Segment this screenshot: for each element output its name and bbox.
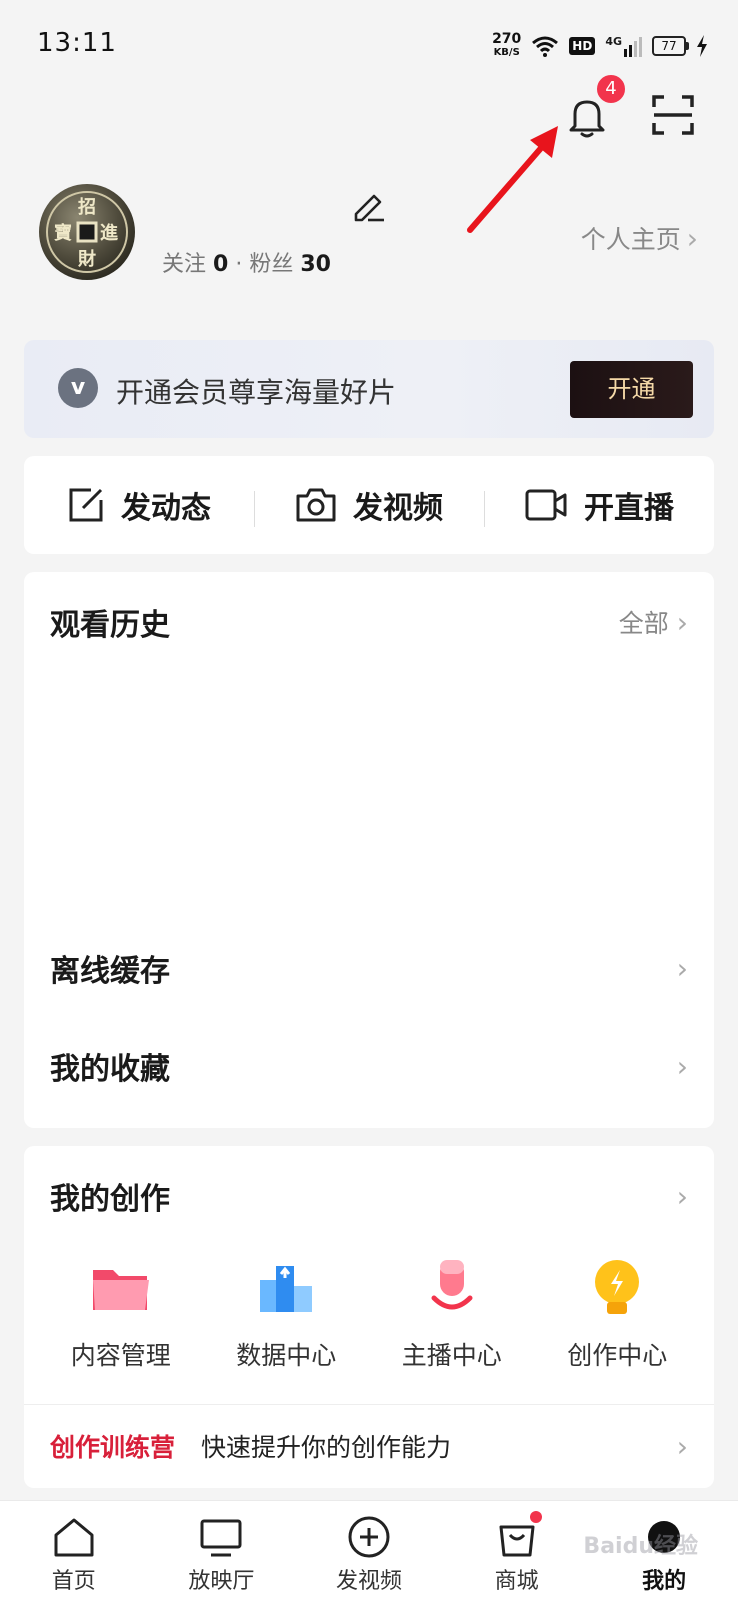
svg-text:財: 財 [78,248,96,270]
battery-icon: 77 [652,36,689,56]
go-live-button[interactable]: 开直播 [484,483,714,527]
anchor-center-button[interactable]: 主播中心 [369,1256,535,1372]
camp-highlight: 创作训练营 [50,1433,176,1462]
tab-home[interactable]: 首页 [0,1501,148,1601]
chevron-right-icon: › [676,1429,688,1463]
history-card: 观看历史 全部 › 离线缓存 › 我的收藏 › [24,572,714,1128]
creator-center-button[interactable]: 创作中心 [535,1256,701,1372]
tv-icon [200,1519,242,1557]
vip-icon: v [58,368,98,408]
tab-post-video[interactable]: 发视频 [295,1501,443,1601]
post-update-button[interactable]: 发动态 [24,483,254,527]
creation-card: 我的创作 › 内容管理 数据中心 主播中心 创作中心 创作训练营 快速提升你的创… [24,1146,714,1488]
vip-text: 开通会员尊享海量好片 [116,376,397,409]
svg-text:進: 進 [100,222,118,244]
hd-badge: HD [569,37,596,55]
live-camera-icon [525,489,567,521]
chevron-right-icon: › [676,1049,688,1083]
tab-mall[interactable]: 商城 [443,1501,591,1601]
history-all-link[interactable]: 全部 › [619,604,688,640]
mall-notification-dot [529,1511,542,1523]
scan-icon[interactable] [652,95,694,135]
creation-tools: 内容管理 数据中心 主播中心 创作中心 [38,1256,700,1372]
follow-fans-stats[interactable]: 关注 0 · 粉丝 30 [162,246,331,278]
watermark: Baidu经验 [583,1534,698,1559]
folder-icon [92,1270,149,1310]
add-circle-icon [348,1516,390,1558]
chevron-right-icon: › [676,951,688,985]
status-bar: 13:11 270 KB/S HD 4G 77 [0,0,738,90]
charging-icon [697,35,707,57]
quick-actions: 发动态 发视频 开直播 [24,456,714,554]
follow-count: 0 [213,252,229,277]
data-center-button[interactable]: 数据中心 [204,1256,370,1372]
microphone-icon [431,1260,473,1310]
status-time: 13:11 [37,28,117,58]
homepage-link[interactable]: 个人主页 › [581,220,698,256]
camera-icon [296,488,336,522]
post-video-button[interactable]: 发视频 [254,483,484,527]
fans-count: 30 [300,252,331,277]
creation-title: 我的创作 [50,1182,170,1217]
creation-header[interactable]: 我的创作 › [24,1166,714,1226]
history-title: 观看历史 [50,608,170,643]
edit-profile-icon[interactable] [350,188,386,224]
avatar[interactable]: 招進財寶 [38,183,136,281]
edit-post-icon [69,488,103,522]
divider [24,1404,714,1405]
list-item-offline-cache[interactable]: 离线缓存 › [24,938,714,998]
content-management-button[interactable]: 内容管理 [38,1256,204,1372]
svg-text:寶: 寶 [54,222,72,244]
signal-icon: 4G [605,35,642,57]
camp-text: 快速提升你的创作能力 [200,1433,451,1462]
vip-open-button[interactable]: 开通 [570,361,693,418]
chevron-right-icon: › [676,605,688,639]
svg-text:招: 招 [78,196,96,218]
notification-badge: 4 [595,73,627,105]
creation-camp-row[interactable]: 创作训练营 快速提升你的创作能力 › [24,1416,714,1476]
status-icons: 270 KB/S HD 4G 77 [492,30,708,62]
wifi-icon [532,36,559,57]
red-arrow-annotation [467,126,558,233]
history-header[interactable]: 观看历史 全部 › [24,592,714,652]
home-icon [54,1518,94,1557]
tab-theater[interactable]: 放映厅 [148,1501,296,1601]
chevron-right-icon: › [686,221,698,255]
chevron-right-icon: › [676,1179,688,1213]
list-item-favorites[interactable]: 我的收藏 › [24,1036,714,1096]
data-chart-icon [260,1266,313,1312]
lightbulb-icon [595,1260,640,1314]
network-speed: 270 KB/S [492,31,522,58]
